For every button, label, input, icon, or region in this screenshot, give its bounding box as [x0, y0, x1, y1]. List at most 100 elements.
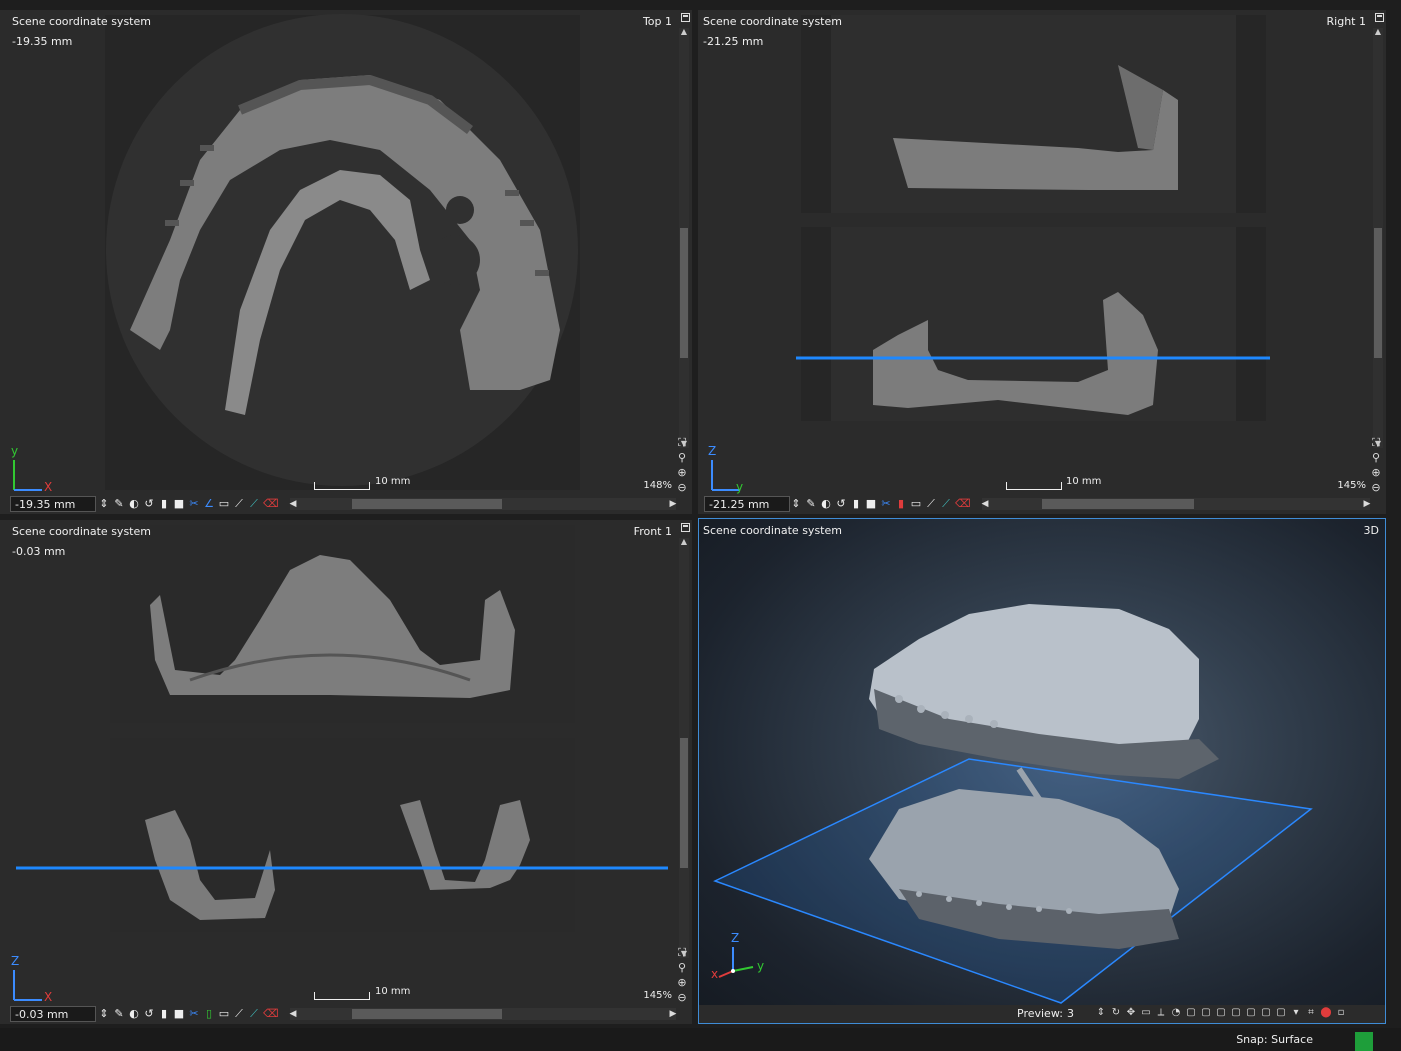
- cube-icon[interactable]: ▢: [1245, 1006, 1257, 1020]
- pen-icon[interactable]: ✎: [113, 1006, 125, 1022]
- cube-icon[interactable]: ▢: [1185, 1006, 1197, 1020]
- maximize-icon[interactable]: [1375, 13, 1384, 22]
- hscroll-thumb[interactable]: [352, 499, 502, 509]
- scroll-thumb[interactable]: [1374, 228, 1382, 358]
- spin-arrows-icon[interactable]: ⇕: [98, 496, 110, 512]
- scroll-up-icon[interactable]: ▲: [679, 538, 689, 546]
- horizontal-scrollbar[interactable]: ◀ ▶: [290, 498, 676, 510]
- pan-icon[interactable]: ✥: [1125, 1006, 1137, 1020]
- 3d-view-pane[interactable]: Scene coordinate system 3D Z y x Preview…: [698, 518, 1386, 1024]
- zoom-in-icon[interactable]: ⊕: [676, 976, 688, 990]
- scroll-up-icon[interactable]: ▲: [679, 28, 689, 36]
- maximize-icon[interactable]: [681, 523, 690, 532]
- cube-icon[interactable]: ▢: [1200, 1006, 1212, 1020]
- contrast-icon[interactable]: ◐: [820, 496, 832, 512]
- axis-x-label: X: [44, 480, 53, 494]
- gray-swatch-icon[interactable]: ■: [865, 496, 877, 512]
- right-view-pane[interactable]: Scene coordinate system -21.25 mm Right …: [698, 10, 1386, 514]
- scissors-icon[interactable]: ✂: [880, 496, 892, 512]
- slice-position-input[interactable]: -0.03 mm: [10, 1006, 96, 1022]
- gray-swatch-icon[interactable]: ■: [173, 1006, 185, 1022]
- eraser-icon[interactable]: ⌫: [955, 496, 971, 512]
- pen-icon[interactable]: ✎: [805, 496, 817, 512]
- zoom-icon[interactable]: ⚲: [676, 451, 688, 465]
- scroll-left-icon[interactable]: ◀: [980, 498, 990, 510]
- scroll-right-icon[interactable]: ▶: [668, 498, 678, 510]
- scroll-right-icon[interactable]: ▶: [1362, 498, 1372, 510]
- ruler-icon[interactable]: ▭: [218, 1006, 230, 1022]
- line-icon[interactable]: ⟋: [925, 496, 937, 512]
- reset-icon[interactable]: ↺: [143, 496, 155, 512]
- measure-icon[interactable]: ▭: [1140, 1006, 1152, 1020]
- scroll-right-icon[interactable]: ▶: [668, 1008, 678, 1020]
- curve-icon[interactable]: ⟋: [248, 1006, 260, 1022]
- stop-icon[interactable]: ⬤: [1320, 1006, 1332, 1020]
- zoom-out-icon[interactable]: ⊖: [676, 481, 688, 495]
- window-level-icon[interactable]: ▮: [850, 496, 862, 512]
- eraser-icon[interactable]: ⌫: [263, 496, 279, 512]
- curve-icon[interactable]: ⟋: [940, 496, 952, 512]
- contrast-icon[interactable]: ◐: [128, 496, 140, 512]
- eraser-icon[interactable]: ⌫: [263, 1006, 279, 1022]
- gray-swatch-icon[interactable]: ■: [173, 496, 185, 512]
- scroll-left-icon[interactable]: ◀: [288, 498, 298, 510]
- window-level-icon[interactable]: ▮: [158, 1006, 170, 1022]
- tool-icon[interactable]: ▮: [895, 496, 907, 512]
- clip-icon[interactable]: ◔: [1170, 1006, 1182, 1020]
- contrast-icon[interactable]: ◐: [128, 1006, 140, 1022]
- cube-icon[interactable]: ▢: [1275, 1006, 1287, 1020]
- spin-arrows-icon[interactable]: ⇕: [98, 1006, 110, 1022]
- reset-icon[interactable]: ↺: [835, 496, 847, 512]
- tool-icon[interactable]: ▯: [203, 1006, 215, 1022]
- horizontal-scrollbar[interactable]: ◀ ▶: [982, 498, 1370, 510]
- hscroll-thumb[interactable]: [1042, 499, 1194, 509]
- slice-position-input[interactable]: -21.25 mm: [704, 496, 790, 512]
- scissors-icon[interactable]: ✂: [188, 1006, 200, 1022]
- spin-arrows-icon[interactable]: ⇕: [790, 496, 802, 512]
- dropdown-icon[interactable]: ▾: [1290, 1006, 1302, 1020]
- vertical-scrollbar[interactable]: ▲ ▼: [679, 538, 689, 958]
- scroll-up-icon[interactable]: ▲: [1373, 28, 1383, 36]
- hscroll-thumb[interactable]: [352, 1009, 502, 1019]
- maximize-icon[interactable]: [681, 13, 690, 22]
- zoom-fit-icon[interactable]: ⛶: [676, 946, 688, 960]
- ruler-icon[interactable]: ▭: [218, 496, 230, 512]
- rotate-icon[interactable]: ↻: [1110, 1006, 1122, 1020]
- zoom-in-icon[interactable]: ⊕: [676, 466, 688, 480]
- reset-icon[interactable]: ↺: [143, 1006, 155, 1022]
- line-icon[interactable]: ⟋: [233, 1006, 245, 1022]
- curve-icon[interactable]: ⟋: [248, 496, 260, 512]
- zoom-in-icon[interactable]: ⊕: [1370, 466, 1382, 480]
- zoom-icon[interactable]: ⚲: [1370, 451, 1382, 465]
- line-icon[interactable]: ⟋: [233, 496, 245, 512]
- spin-arrows-icon[interactable]: ⇕: [1095, 1006, 1107, 1020]
- zoom-fit-icon[interactable]: ⛶: [676, 436, 688, 450]
- window-level-icon[interactable]: ▮: [158, 496, 170, 512]
- draw-icon[interactable]: ∠: [203, 496, 215, 512]
- cube-icon[interactable]: ▢: [1260, 1006, 1272, 1020]
- top-view-pane[interactable]: Scene coordinate system -19.35 mm Top 1 …: [0, 10, 692, 514]
- horizontal-scrollbar[interactable]: ◀ ▶: [290, 1008, 676, 1020]
- zoom-out-icon[interactable]: ⊖: [1370, 481, 1382, 495]
- screenshot-icon[interactable]: ⌗: [1305, 1006, 1317, 1020]
- scroll-left-icon[interactable]: ◀: [288, 1008, 298, 1020]
- maximize-icon[interactable]: ▫: [1335, 1006, 1347, 1020]
- front-view-pane[interactable]: Scene coordinate system -0.03 mm Front 1…: [0, 520, 692, 1024]
- slice-position-input[interactable]: -19.35 mm: [10, 496, 96, 512]
- cube-icon[interactable]: ▢: [1230, 1006, 1242, 1020]
- vertical-scrollbar[interactable]: ▲ ▼: [679, 28, 689, 448]
- zoom-fit-icon[interactable]: ⛶: [1370, 436, 1382, 450]
- cube-icon[interactable]: ▢: [1215, 1006, 1227, 1020]
- preview-value[interactable]: 3: [1067, 1007, 1074, 1020]
- scroll-thumb[interactable]: [680, 738, 688, 868]
- snap-mode-label[interactable]: Snap: Surface: [1236, 1033, 1313, 1046]
- scissors-icon[interactable]: ✂: [188, 496, 200, 512]
- zoom-out-icon[interactable]: ⊖: [676, 991, 688, 1005]
- vertical-scrollbar[interactable]: ▲ ▼: [1373, 28, 1383, 448]
- top-slice-image: [105, 14, 580, 490]
- scroll-thumb[interactable]: [680, 228, 688, 358]
- pen-icon[interactable]: ✎: [113, 496, 125, 512]
- zoom-icon[interactable]: ⚲: [676, 961, 688, 975]
- axis-tool-icon[interactable]: ⟂: [1155, 1006, 1167, 1020]
- ruler-icon[interactable]: ▭: [910, 496, 922, 512]
